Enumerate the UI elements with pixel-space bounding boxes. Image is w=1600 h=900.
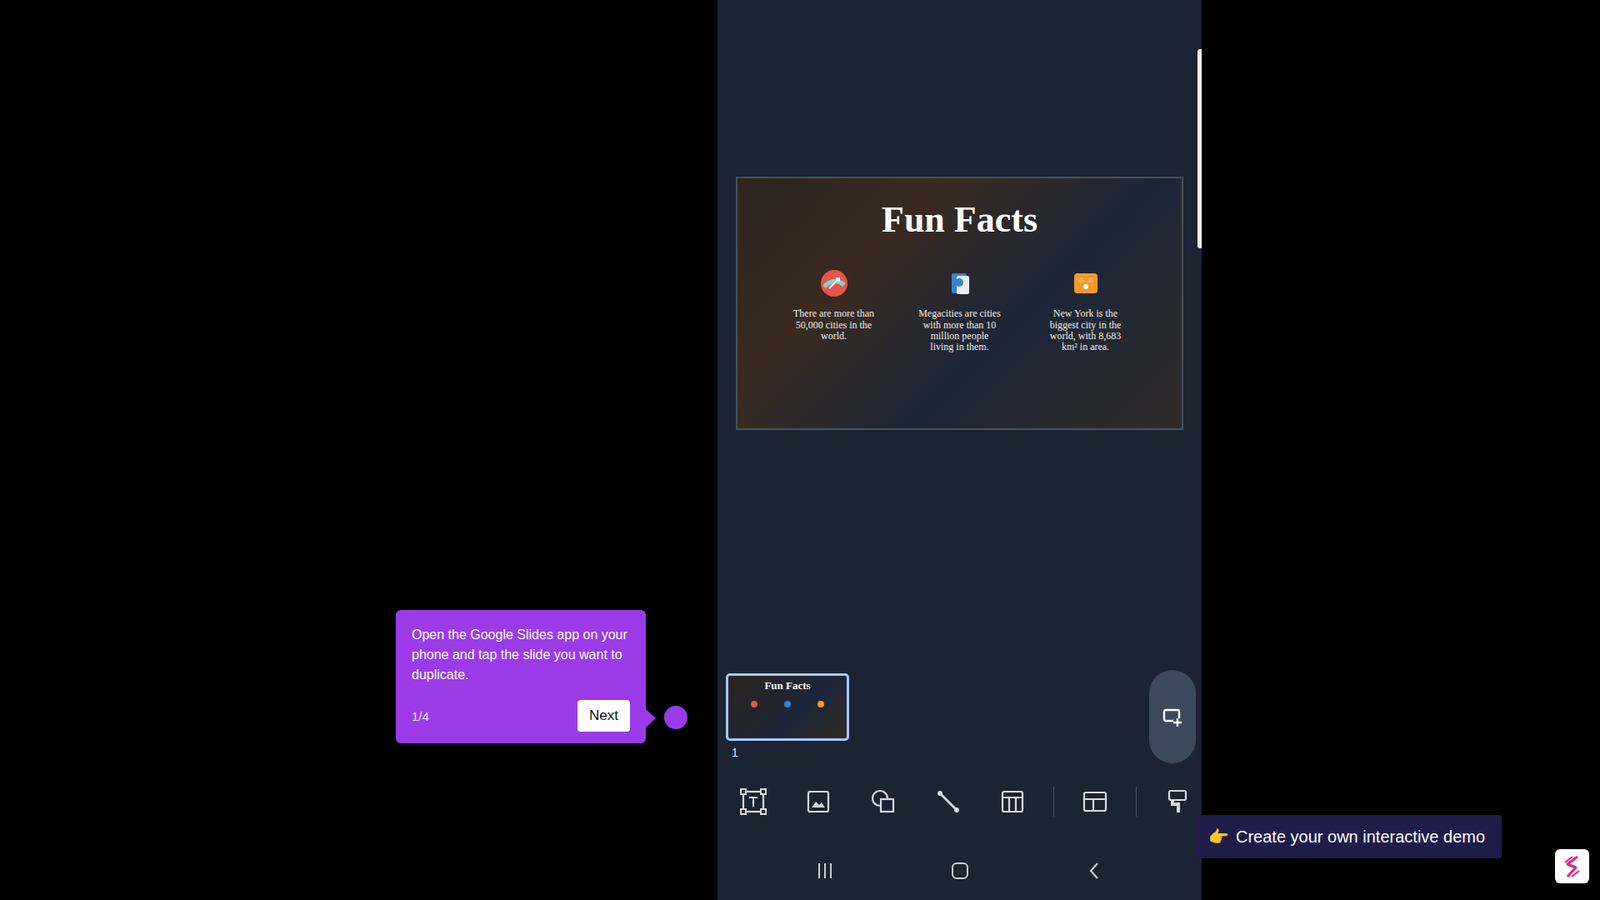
create-demo-label: Create your own interactive demo (1235, 827, 1485, 847)
fact-icon (945, 268, 975, 299)
add-slide-icon (1161, 705, 1184, 728)
thumbnail-title: Fun Facts (764, 679, 810, 693)
slide-title: Fun Facts (881, 200, 1038, 240)
text-box-icon (739, 787, 768, 816)
guide-tooltip: Open the Google Slides app on your phone… (395, 610, 646, 744)
text-box-tool[interactable] (729, 785, 778, 819)
scrollbar[interactable] (1197, 49, 1202, 249)
step-counter: 1/4 (411, 709, 430, 724)
shape-tool[interactable] (859, 785, 908, 819)
slide-number: 1 (731, 745, 850, 760)
insert-toolbar (717, 785, 1202, 819)
image-tool[interactable] (794, 785, 843, 819)
table-tool[interactable] (988, 785, 1037, 819)
home-icon[interactable] (950, 860, 970, 881)
slide-thumbnail[interactable]: Fun Facts (725, 673, 850, 741)
add-slide-button[interactable] (1149, 670, 1196, 764)
slide-area: Fun Facts There are more than 50,000 cit… (717, 0, 1202, 430)
line-tool[interactable] (924, 785, 973, 819)
brand-logo[interactable] (1555, 849, 1590, 884)
paint-format-icon (1165, 788, 1190, 815)
android-nav-bar (717, 841, 1202, 900)
filmstrip: Fun Facts 1 (717, 670, 1202, 764)
pointing-hand-icon: 👉 (1208, 826, 1230, 847)
shape-icon (870, 788, 897, 815)
toolbar-divider (1053, 786, 1055, 817)
demo-page: Fun Facts There are more than 50,000 cit… (0, 0, 1600, 900)
line-icon (935, 789, 961, 815)
layout-tool[interactable] (1070, 785, 1120, 819)
image-icon (805, 789, 831, 815)
hotspot-dot[interactable] (664, 705, 688, 730)
create-demo-button[interactable]: 👉 Create your own interactive demo (1195, 815, 1502, 859)
phone-screen: Fun Facts There are more than 50,000 cit… (717, 0, 1202, 900)
slide-thumbnail-item[interactable]: Fun Facts 1 (725, 673, 850, 760)
layout-icon (1081, 789, 1109, 815)
fact: Megacities are cities with more than 10 … (896, 268, 1023, 353)
paint-format-tool[interactable] (1153, 785, 1202, 819)
fact-text: Megacities are cities with more than 10 … (918, 308, 1002, 353)
slide[interactable]: Fun Facts There are more than 50,000 cit… (735, 176, 1184, 430)
fact-list: There are more than 50,000 cities in the… (770, 268, 1149, 353)
toolbar-divider (1135, 786, 1137, 817)
fact-text: There are more than 50,000 cities in the… (792, 308, 876, 342)
thumbnail-mark (817, 700, 825, 708)
next-button[interactable]: Next (577, 700, 630, 732)
fact: There are more than 50,000 cities in the… (770, 268, 897, 353)
logo-icon (1560, 854, 1585, 880)
fact: New York is the biggest city in the worl… (1022, 268, 1149, 353)
backdrop (0, 0, 718, 900)
thumbnail-mark (750, 700, 758, 708)
fact-icon (1070, 268, 1101, 299)
fact-text: New York is the biggest city in the worl… (1044, 308, 1128, 353)
recent-apps-icon[interactable] (815, 860, 835, 881)
tooltip-text: Open the Google Slides app on your phone… (411, 625, 630, 685)
tooltip-arrow (645, 708, 656, 729)
fact-icon (819, 268, 850, 299)
thumbnail-mark (784, 700, 791, 708)
table-icon (1000, 789, 1025, 815)
back-icon[interactable] (1085, 860, 1105, 881)
